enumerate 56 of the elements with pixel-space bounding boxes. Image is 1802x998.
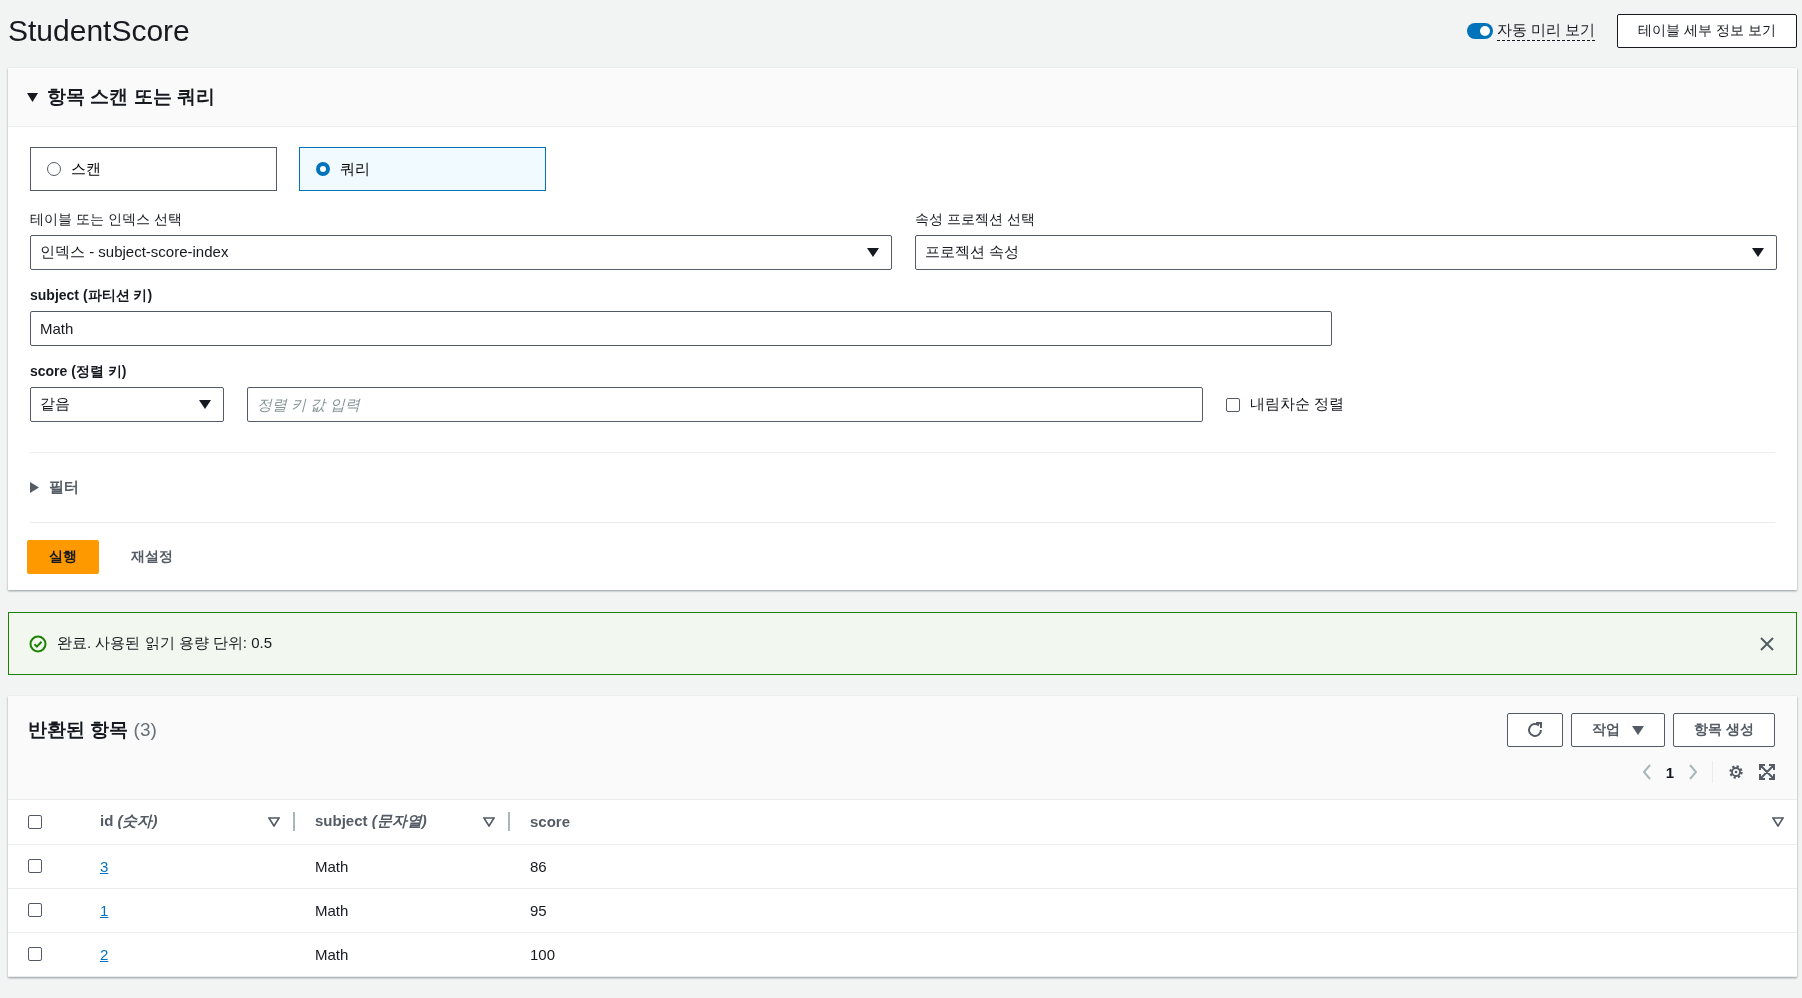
close-button[interactable]: [1758, 634, 1776, 653]
table-cell: Math: [315, 857, 349, 875]
table-details-button[interactable]: 테이블 세부 정보 보기: [1617, 14, 1797, 48]
field-label: score (정렬 키): [30, 363, 128, 381]
reset-button[interactable]: 재설정: [115, 540, 189, 574]
table-cell: 95: [530, 901, 547, 919]
projection-select[interactable]: 프로젝션 속성: [915, 235, 1777, 270]
column-header[interactable]: id (숫자): [100, 812, 158, 832]
select-all-checkbox[interactable]: [28, 814, 42, 829]
table-cell: Math: [315, 945, 349, 963]
caret-icon: [1632, 725, 1645, 735]
item-id-link[interactable]: 1: [100, 901, 109, 919]
column-header[interactable]: score: [530, 813, 571, 831]
refresh-icon: [1526, 721, 1545, 739]
create-item-button[interactable]: 항목 생성: [1673, 713, 1775, 747]
sort-key-input[interactable]: 정렬 키 값 입력: [247, 387, 1203, 422]
refresh-button[interactable]: [1507, 713, 1564, 747]
mode-option[interactable]: 스캔: [30, 147, 277, 191]
item-id-link[interactable]: 2: [100, 945, 109, 963]
page-title: StudentScore: [8, 14, 191, 48]
descending-checkbox[interactable]: 내림차순 정렬: [1226, 395, 1345, 414]
row-checkbox[interactable]: [28, 859, 42, 873]
alert-message: 완료. 사용된 읽기 용량 단위: 0.5: [57, 634, 274, 653]
panel-title: 항목 스캔 또는 쿼리: [47, 85, 215, 109]
results-title: 반환된 항목 (3): [28, 718, 158, 742]
table-cell: 100: [530, 945, 556, 963]
success-check-icon: [29, 634, 47, 653]
fullscreen-icon[interactable]: [1759, 764, 1775, 780]
caret-icon: [1752, 248, 1764, 257]
table-cell: 86: [530, 857, 547, 875]
caret-icon: [867, 248, 879, 257]
caret-icon: [199, 400, 211, 409]
expand-triangle-icon[interactable]: [30, 482, 39, 493]
table-cell: Math: [315, 901, 349, 919]
filter-toggle[interactable]: 필터: [49, 478, 79, 497]
settings-icon[interactable]: [1727, 763, 1745, 781]
auto-preview-label: 자동 미리 보기: [1497, 21, 1596, 41]
actions-button[interactable]: 작업: [1571, 713, 1666, 747]
page-number[interactable]: 1: [1665, 763, 1674, 781]
field-label: 테이블 또는 인덱스 선택: [30, 211, 183, 229]
run-button[interactable]: 실행: [27, 540, 99, 574]
index-select[interactable]: 인덱스 - subject-score-index: [30, 235, 892, 270]
column-header[interactable]: subject (문자열): [315, 812, 427, 832]
operator-select[interactable]: 같음: [30, 387, 224, 422]
row-checkbox[interactable]: [28, 903, 42, 917]
row-checkbox[interactable]: [28, 947, 42, 961]
filter-icon[interactable]: [1772, 816, 1784, 827]
field-label: subject (파티션 키): [30, 287, 154, 305]
filter-icon[interactable]: [483, 816, 495, 827]
mode-option[interactable]: 쿼리: [299, 147, 546, 191]
item-id-link[interactable]: 3: [100, 857, 109, 875]
toggle-switch[interactable]: [1467, 23, 1493, 39]
expand-triangle-icon[interactable]: [27, 92, 38, 102]
field-label: 속성 프로젝션 선택: [915, 211, 1036, 229]
partition-key-input[interactable]: Math: [30, 311, 1332, 346]
filter-icon[interactable]: [268, 816, 280, 827]
